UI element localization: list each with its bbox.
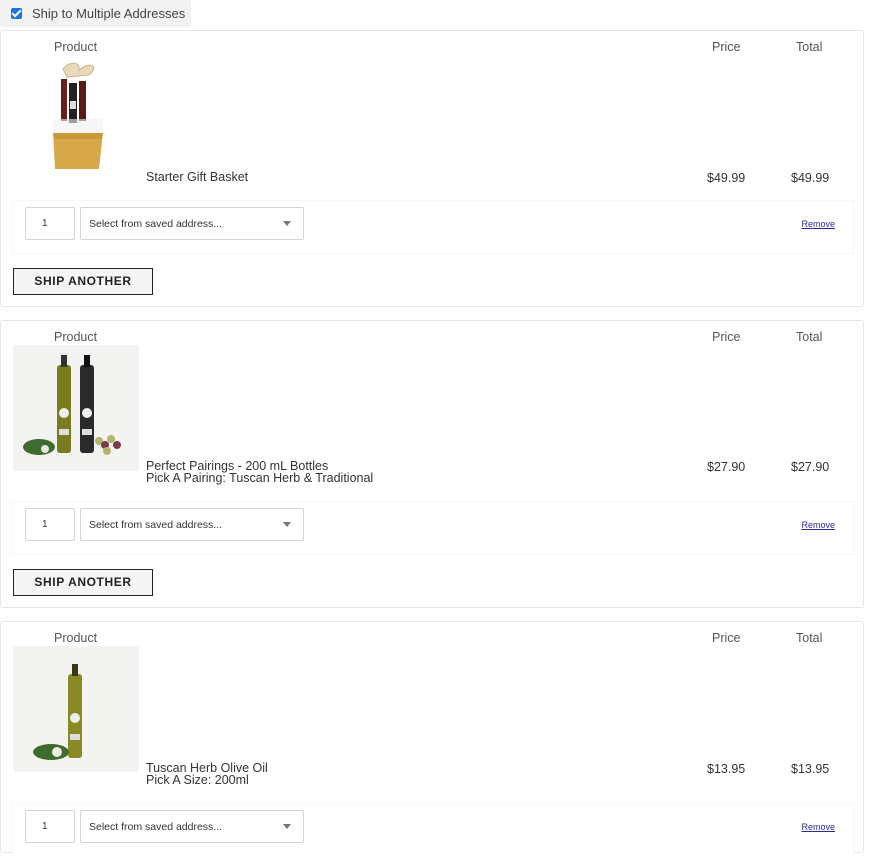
- chevron-down-icon: [283, 522, 291, 527]
- product-option: Pick A Size: 200ml: [146, 773, 249, 787]
- remove-link[interactable]: Remove: [801, 822, 835, 832]
- price-header: Price: [712, 40, 741, 54]
- item-total: $49.99: [791, 171, 830, 185]
- chevron-down-icon: [283, 221, 291, 226]
- shipment-row: 1 Select from saved address... Remove: [13, 201, 853, 253]
- product-header: Product: [54, 631, 98, 645]
- gift-basket-image: [49, 61, 107, 171]
- product-option: Pick A Pairing: Tuscan Herb & Traditiona…: [146, 471, 374, 485]
- ship-another-button[interactable]: SHIP ANOTHER: [13, 268, 153, 295]
- address-select-label: Select from saved address...: [89, 218, 223, 230]
- olive-oil-bottle-image: [13, 646, 139, 772]
- item-total: $13.95: [791, 762, 830, 776]
- product-header: Product: [54, 330, 98, 344]
- address-select-label: Select from saved address...: [89, 519, 223, 531]
- shipment-row: 1 Select from saved address... Remove: [13, 804, 853, 856]
- address-select[interactable]: Select from saved address...: [80, 207, 304, 240]
- quantity-input[interactable]: 1: [25, 207, 75, 240]
- ship-multiple-label: Ship to Multiple Addresses: [32, 6, 186, 21]
- total-header: Total: [796, 40, 823, 54]
- chevron-down-icon: [283, 824, 291, 829]
- quantity-input[interactable]: 1: [25, 508, 75, 541]
- cart-item-card: Product Price Total Perfect Pairings - 2…: [0, 320, 864, 608]
- address-select[interactable]: Select from saved address...: [80, 810, 304, 843]
- address-select[interactable]: Select from saved address...: [80, 508, 304, 541]
- ship-another-button[interactable]: SHIP ANOTHER: [13, 569, 153, 596]
- price-header: Price: [712, 631, 741, 645]
- product-header: Product: [54, 40, 98, 54]
- cart-item-card: Product Price Total Tuscan Herb Olive Oi…: [0, 621, 864, 856]
- price-header: Price: [712, 330, 741, 344]
- shipment-row: 1 Select from saved address... Remove: [13, 502, 853, 554]
- remove-link[interactable]: Remove: [801, 520, 835, 530]
- item-price: $27.90: [707, 460, 746, 474]
- quantity-input[interactable]: 1: [25, 810, 75, 843]
- total-header: Total: [796, 631, 823, 645]
- oil-vinegar-pair-image: [13, 345, 139, 471]
- ship-multiple-checkbox[interactable]: [11, 8, 22, 19]
- ship-multiple-toggle[interactable]: Ship to Multiple Addresses: [0, 0, 191, 27]
- remove-link[interactable]: Remove: [801, 219, 835, 229]
- item-price: $49.99: [707, 171, 746, 185]
- address-select-label: Select from saved address...: [89, 821, 223, 833]
- product-name[interactable]: Starter Gift Basket: [146, 171, 248, 184]
- cart-item-card: Product Price Total Starter Gift Basket …: [0, 30, 864, 307]
- item-price: $13.95: [707, 762, 746, 776]
- item-total: $27.90: [791, 460, 830, 474]
- total-header: Total: [796, 330, 823, 344]
